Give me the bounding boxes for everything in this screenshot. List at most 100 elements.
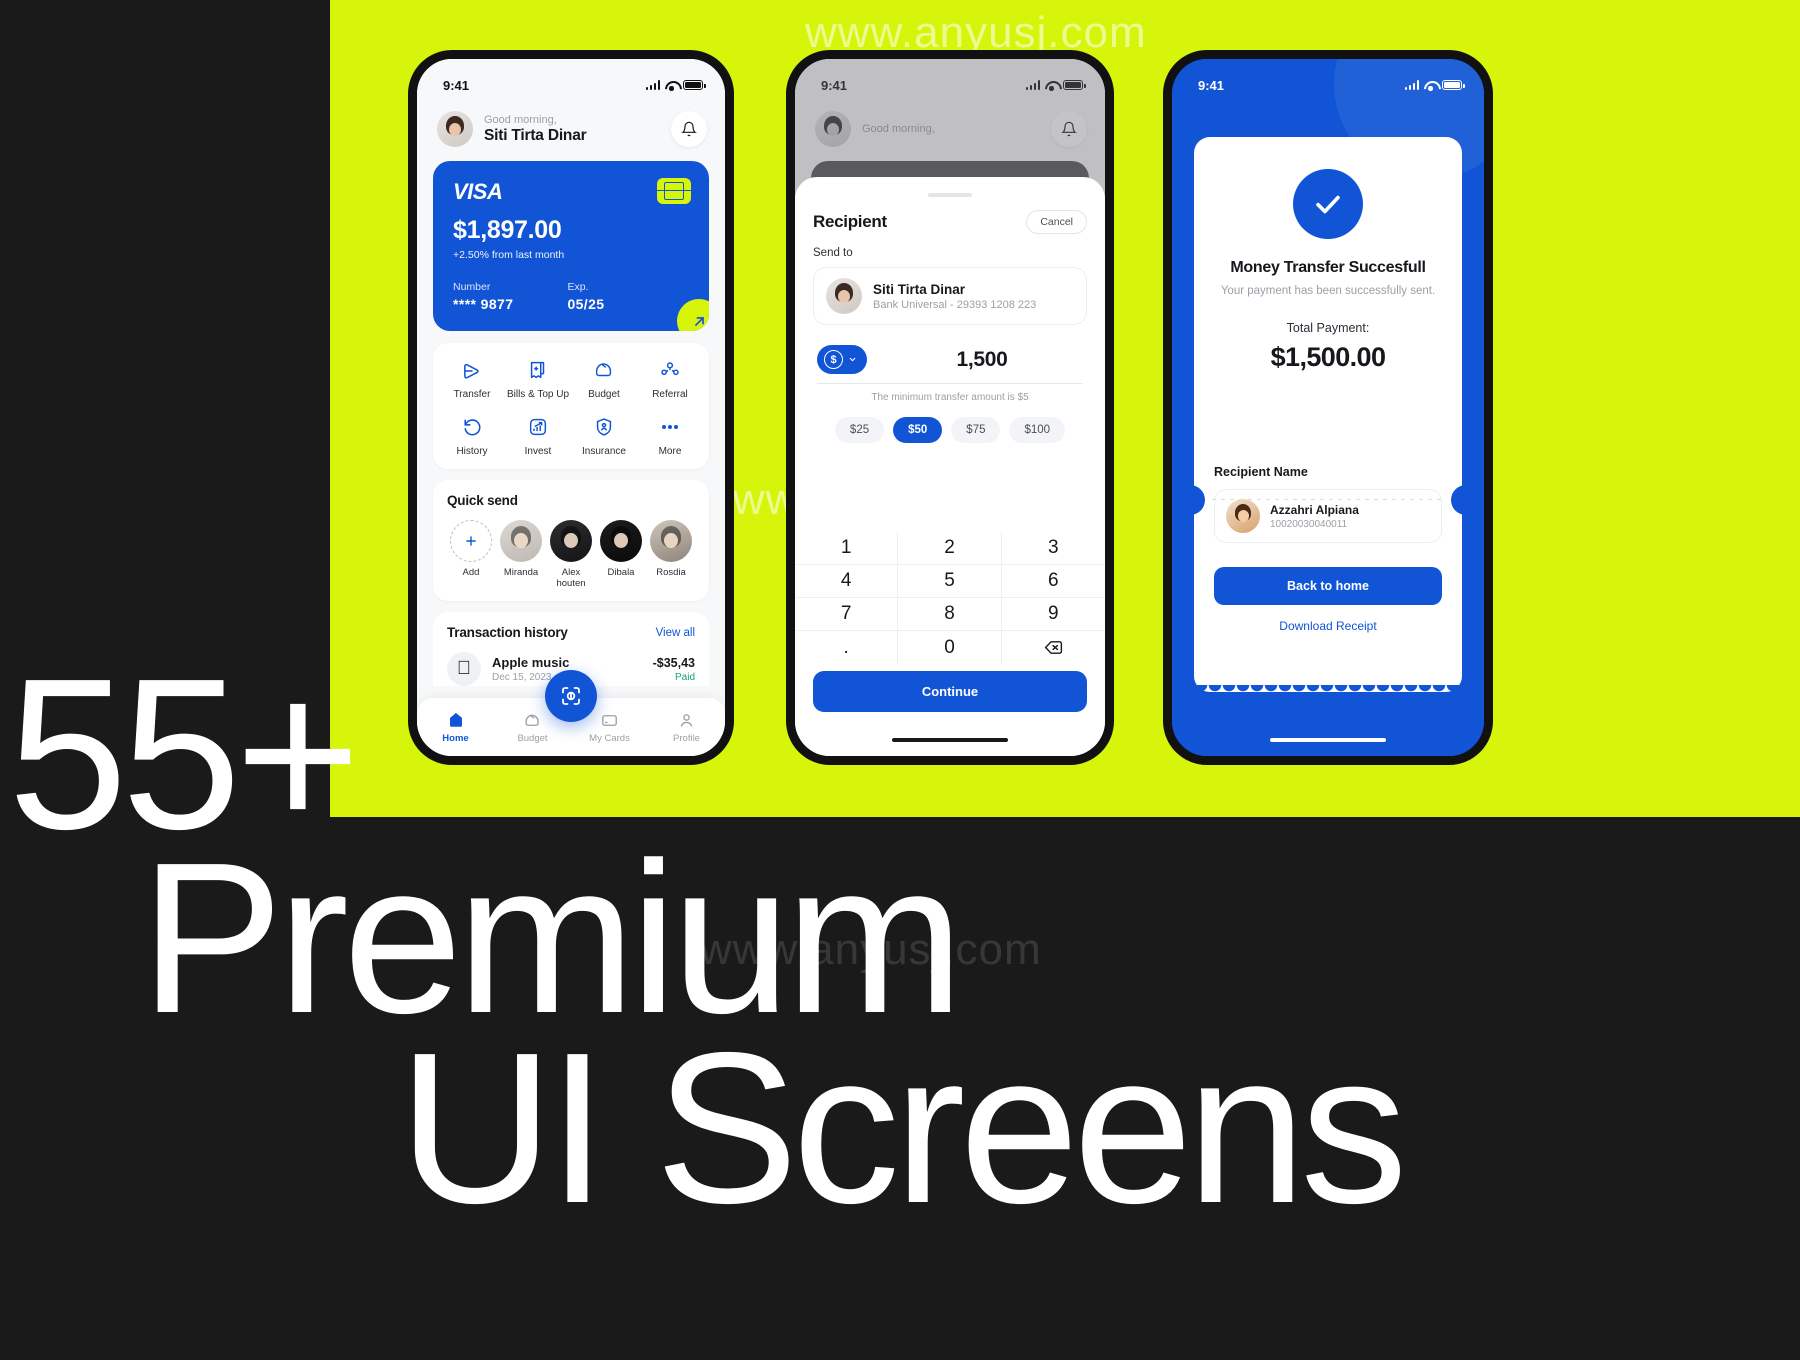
chart-growth-icon (505, 414, 571, 440)
quick-send-contact[interactable]: Rosdia (647, 520, 695, 589)
menu-item-transfer[interactable]: Transfer (439, 357, 505, 400)
menu-item-history[interactable]: History (439, 414, 505, 457)
chip-50[interactable]: $50 (893, 417, 943, 443)
cancel-button[interactable]: Cancel (1026, 210, 1087, 234)
chevron-down-icon (849, 357, 856, 362)
menu-item-invest[interactable]: Invest (505, 414, 571, 457)
wifi-icon (665, 80, 678, 91)
sheet-title: Recipient (813, 212, 887, 231)
download-receipt-link[interactable]: Download Receipt (1214, 619, 1442, 633)
greeting-text: Good morning, (484, 113, 557, 126)
chip-25[interactable]: $25 (834, 417, 885, 443)
amount-input[interactable]: 1,500 (881, 348, 1083, 372)
menu-item-referral[interactable]: Referral (637, 357, 703, 400)
scan-qr-button[interactable] (545, 670, 597, 722)
total-payment-value: $1,500.00 (1270, 342, 1386, 372)
check-circle-icon (1316, 195, 1340, 214)
key-1[interactable]: 1 (795, 532, 899, 565)
plus-icon (450, 520, 492, 562)
wifi-icon (1424, 80, 1437, 91)
avatar (1226, 499, 1260, 533)
recipient-card[interactable]: Siti Tirta Dinar Bank Universal - 29393 … (813, 267, 1087, 325)
menu-item-more[interactable]: More (637, 414, 703, 457)
chip-100[interactable]: $100 (1009, 417, 1066, 443)
recipient-name: Siti Tirta Dinar (873, 281, 966, 297)
scan-qr-icon (562, 687, 580, 705)
menu-item-bills-top-up[interactable]: Bills & Top Up (505, 357, 571, 400)
preset-amount-chips: $25 $50 $75 $100 (813, 417, 1087, 443)
card-brand: VISA (453, 179, 503, 204)
status-icons (645, 80, 706, 91)
quick-send-contact[interactable]: Alex houten (547, 520, 595, 589)
minimum-hint: The minimum transfer amount is $5 (871, 392, 1029, 403)
sheet-drag-handle[interactable] (928, 193, 972, 197)
key-7[interactable]: 7 (795, 598, 899, 631)
recipient-account: 10020030040011 (1270, 518, 1348, 530)
avatar (550, 520, 592, 562)
menu-label: Transfer (453, 389, 491, 400)
wallet-icon (571, 357, 637, 383)
menu-item-insurance[interactable]: Insurance (571, 414, 637, 457)
transaction-history-title: Transaction history (447, 625, 568, 640)
success-title: Money Transfer Succesfull (1230, 259, 1426, 276)
dollar-icon: $ (824, 350, 843, 369)
menu-label: Invest (524, 446, 552, 457)
card-number-value: **** 9877 (453, 296, 514, 312)
back-to-home-button[interactable]: Back to home (1214, 567, 1442, 605)
amount-underline (817, 383, 1083, 384)
menu-label: Referral (652, 389, 688, 400)
user-name: Siti Tirta Dinar (484, 127, 587, 145)
recipient-name-label: Recipient Name (1214, 465, 1308, 479)
quick-send-label: Rosdia (656, 567, 686, 578)
quick-send-contact[interactable]: Dibala (597, 520, 645, 589)
quick-send-label: Dibala (607, 567, 635, 578)
key-8[interactable]: 8 (898, 598, 1002, 631)
notification-bell-button[interactable] (671, 111, 707, 147)
receipt-notch-left (1183, 485, 1205, 515)
avatar[interactable] (437, 111, 473, 147)
card-exp-label: Exp. (567, 281, 589, 293)
avatar (650, 520, 692, 562)
balance-card[interactable]: VISA $1,897.00 +2.50% from last month Nu… (433, 161, 709, 331)
menu-label: Budget (588, 389, 620, 400)
view-all-link[interactable]: View all (656, 627, 695, 639)
send-to-label: Send to (813, 247, 853, 259)
status-time: 9:41 (1198, 77, 1225, 93)
promo-line-3: UI Screens (398, 1006, 1407, 1248)
menu-label: Insurance (582, 446, 626, 457)
receipt-plus-icon (505, 357, 571, 383)
menu-label: Bills & Top Up (506, 389, 570, 400)
key-9[interactable]: 9 (1001, 598, 1105, 631)
shield-person-icon (571, 414, 637, 440)
quick-send-add[interactable]: Add (447, 520, 495, 589)
promo-headline: 55+ Premium UI Screens (0, 646, 1800, 1248)
key-2[interactable]: 2 (898, 532, 1002, 565)
menu-label: More (658, 446, 682, 457)
numeric-keypad: 1 2 3 4 5 6 7 8 9 . 0 (795, 532, 1105, 664)
card-chip-icon (657, 178, 691, 204)
dots-horizontal-icon (637, 414, 703, 440)
battery-icon (1442, 80, 1465, 90)
card-balance: $1,897.00 (453, 216, 562, 244)
success-check-badge (1293, 169, 1363, 239)
key-4[interactable]: 4 (795, 565, 899, 598)
currency-selector[interactable]: $ (817, 345, 867, 374)
menu-item-budget[interactable]: Budget (571, 357, 637, 400)
key-6[interactable]: 6 (1001, 565, 1105, 598)
users-group-icon (637, 357, 703, 383)
history-rotate-icon (439, 414, 505, 440)
menu-label: History (456, 446, 488, 457)
quick-send-label: Miranda (503, 567, 539, 578)
receipt-card: Money Transfer Succesfull Your payment h… (1183, 137, 1473, 699)
chip-75[interactable]: $75 (951, 417, 1001, 443)
recipient-bank: Bank Universal - 29393 1208 223 (873, 298, 1037, 311)
quick-send-label: Add (462, 567, 480, 578)
arrow-up-right-icon (694, 316, 704, 326)
key-5[interactable]: 5 (898, 565, 1002, 598)
key-3[interactable]: 3 (1001, 532, 1105, 565)
quick-send-contact[interactable]: Miranda (497, 520, 545, 589)
amount-row: $ 1,500 (813, 345, 1087, 374)
avatar (600, 520, 642, 562)
home-header: Good morning, Siti Tirta Dinar (417, 99, 725, 147)
recipient-info-card: Azzahri Alpiana 10020030040011 (1214, 489, 1442, 543)
